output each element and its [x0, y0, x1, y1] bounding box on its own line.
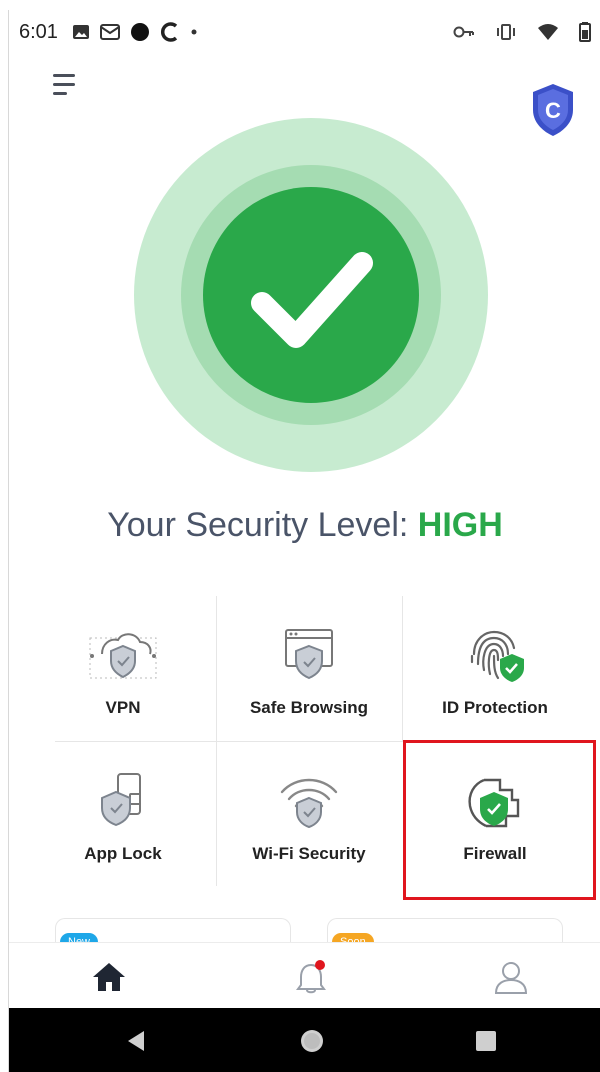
bottom-navigation	[9, 942, 600, 1008]
home-button-icon[interactable]	[297, 1026, 327, 1056]
circle-icon	[130, 22, 150, 42]
shield-c-logo-icon[interactable]: C	[529, 82, 577, 138]
vibrate-icon	[495, 23, 517, 41]
battery-icon	[579, 22, 591, 42]
feature-label-wifi-security: Wi-Fi Security	[252, 844, 366, 863]
feature-label-id-protection: ID Protection	[442, 698, 548, 717]
grid-divider	[402, 596, 403, 742]
logo-letter: C	[545, 98, 561, 123]
mail-icon	[99, 24, 120, 40]
wifi-icon	[537, 23, 559, 41]
feature-tile-wifi-security[interactable]: Wi-Fi Security	[219, 742, 399, 887]
feature-tile-firewall[interactable]: Firewall	[405, 742, 585, 887]
feature-tile-id-protection[interactable]: ID Protection	[405, 596, 585, 741]
status-bar: 6:01	[9, 10, 600, 54]
security-status-graphic	[134, 118, 488, 472]
security-level-text: Your Security Level: HIGH	[9, 506, 600, 545]
app-lock-shield-icon	[88, 770, 158, 832]
feature-tile-app-lock[interactable]: App Lock	[33, 742, 213, 887]
notifications-icon[interactable]	[291, 957, 331, 997]
home-icon[interactable]	[89, 957, 129, 997]
app-screen: 6:01 C Your Security Level: HIGH VPN Saf…	[8, 10, 600, 1072]
security-level-label: Your Security Level:	[107, 506, 418, 544]
feature-label-safe-browsing: Safe Browsing	[249, 698, 369, 717]
dot-icon	[190, 28, 198, 36]
menu-icon[interactable]	[53, 74, 79, 96]
back-icon[interactable]	[121, 1026, 151, 1056]
feature-tile-vpn[interactable]: VPN	[33, 596, 213, 741]
fingerprint-shield-icon	[460, 624, 530, 686]
profile-icon[interactable]	[491, 957, 531, 997]
recents-icon[interactable]	[471, 1026, 501, 1056]
c-icon	[160, 22, 180, 42]
firewall-shield-icon	[460, 770, 530, 832]
feature-label-app-lock: App Lock	[84, 844, 162, 863]
feature-label-firewall: Firewall	[463, 844, 527, 863]
vpn-cloud-shield-icon	[88, 624, 158, 686]
system-navigation-bar	[9, 1008, 600, 1072]
wifi-shield-icon	[274, 770, 344, 832]
status-time: 6:01	[19, 20, 58, 43]
browser-shield-icon	[274, 624, 344, 686]
image-icon	[72, 24, 90, 40]
security-level-value: HIGH	[417, 506, 503, 544]
feature-tile-safe-browsing[interactable]: Safe Browsing	[219, 596, 399, 741]
key-icon	[453, 25, 475, 39]
feature-label-vpn: VPN	[105, 698, 141, 717]
